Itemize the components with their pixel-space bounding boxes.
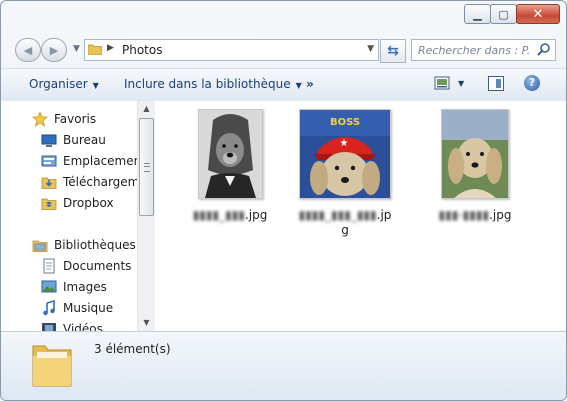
sidebar-item-label: Musique (63, 301, 114, 315)
sidebar-item-label: Vidéos (63, 322, 103, 331)
minimize-button[interactable]: ▁ (464, 4, 491, 24)
more-commands-button[interactable]: » (306, 77, 314, 91)
close-icon: ✕ (532, 6, 544, 22)
sidebar-item-libraries[interactable]: Bibliothèques (32, 236, 136, 254)
navigation-scrollbar[interactable]: ▲ ▼ (137, 101, 155, 331)
libraries-icon (32, 237, 48, 253)
sidebar-item-emplacement[interactable]: Emplacement (41, 152, 137, 170)
sidebar-item-label: Téléchargeme (63, 175, 137, 189)
arrow-right-icon: ▶ (49, 43, 59, 57)
videos-icon (41, 321, 57, 331)
folder-icon (88, 44, 102, 55)
sidebar-item-label: Documents (63, 259, 132, 273)
command-bar: Organiser ▼ Inclure dans la bibliothèque ▼… (1, 68, 566, 102)
caption-buttons: ▁ ▢ ✕ (464, 4, 560, 24)
file-list: ▮▮▮▮_▮▮▮.jpg BOSS ★ ▮▮▮▮_▮▮▮_▮▮▮.jpg ▮▮▮… (155, 101, 566, 331)
file-extension: .jpg (244, 208, 268, 222)
file-name-hidden: ▮▮▮-▮▮▮▮ (438, 208, 490, 222)
include-in-library-button[interactable]: Inclure dans la bibliothèque ▼ (124, 77, 302, 91)
search-placeholder: Rechercher dans : P... (418, 44, 530, 57)
title-bar: ▁ ▢ ✕ (1, 1, 566, 31)
recent-places-icon (41, 153, 57, 169)
sidebar-item-label: Dropbox (63, 196, 114, 210)
chevron-down-icon: ▼ (92, 81, 99, 90)
close-button[interactable]: ✕ (516, 4, 560, 24)
sidebar-item-label: Bibliothèques (54, 238, 136, 252)
thumbnail-dog-long-hair-image (197, 109, 263, 199)
sidebar-item-label: Emplacement (63, 154, 137, 168)
sidebar-item-musique[interactable]: Musique (41, 299, 113, 317)
change-view-icon[interactable] (434, 76, 450, 90)
address-dropdown-icon[interactable]: ▼ (367, 44, 374, 54)
item-count: 3 élément(s) (94, 342, 171, 356)
sidebar-item-telechargements[interactable]: Téléchargeme (41, 173, 137, 191)
help-icon[interactable]: ? (524, 75, 540, 91)
sidebar-item-videos[interactable]: Vidéos (41, 320, 103, 331)
address-bar[interactable]: ▶ Photos ▼ (84, 39, 379, 61)
sidebar-item-dropbox[interactable]: Dropbox (41, 194, 114, 212)
chevron-down-icon: ▼ (295, 81, 302, 90)
search-box[interactable]: Rechercher dans : P... (411, 39, 556, 61)
maximize-icon: ▢ (498, 7, 509, 21)
arrow-left-icon: ◀ (23, 43, 33, 57)
file-item[interactable]: BOSS ★ ▮▮▮▮_▮▮▮_▮▮▮.jpg (297, 109, 393, 238)
folder-icon (32, 345, 72, 387)
sidebar-item-images[interactable]: Images (41, 278, 107, 296)
grip-icon (144, 163, 150, 172)
file-name-hidden: ▮▮▮▮_▮▮▮_▮▮▮ (298, 208, 377, 222)
file-extension: .jpg (489, 208, 512, 222)
star-icon (31, 110, 49, 127)
navigation-pane: Favoris Bureau Emplacement Téléchargeme … (1, 101, 137, 331)
explorer-window: ▁ ▢ ✕ ◀ ▶ ▼ ▶ Photos ▼ ⇆ Rechercher dans… (0, 0, 567, 401)
file-name-hidden: ▮▮▮▮_▮▮▮ (192, 208, 245, 222)
back-button[interactable]: ◀ (15, 38, 41, 62)
refresh-button[interactable]: ⇆ (380, 39, 406, 63)
minimize-icon: ▁ (473, 7, 482, 21)
scroll-down-icon[interactable]: ▼ (138, 315, 155, 331)
svg-text:★: ★ (340, 138, 349, 149)
scrollbar-thumb[interactable] (139, 118, 154, 216)
details-pane: 3 élément(s) (1, 331, 566, 400)
refresh-icon: ⇆ (387, 43, 399, 59)
organize-label: Organiser (29, 77, 88, 91)
view-dropdown-icon[interactable]: ▼ (458, 79, 464, 88)
breadcrumb-photos[interactable]: Photos (122, 43, 162, 57)
thumbnail-dog-red-cap-image: BOSS ★ (299, 109, 391, 199)
maximize-button[interactable]: ▢ (490, 4, 517, 24)
desktop-icon (41, 132, 57, 148)
preview-pane-icon[interactable] (488, 76, 504, 91)
navigation-bar: ◀ ▶ ▼ ▶ Photos ▼ ⇆ Rechercher dans : P..… (1, 34, 566, 64)
music-icon (41, 299, 57, 316)
include-label: Inclure dans la bibliothèque (124, 77, 291, 91)
history-dropdown-icon[interactable]: ▼ (73, 44, 80, 54)
file-name: ▮▮▮-▮▮▮▮.jpg (427, 208, 523, 223)
sidebar-item-favorites[interactable]: Favoris (31, 110, 97, 128)
search-icon[interactable] (536, 42, 551, 57)
scroll-up-icon[interactable]: ▲ (138, 101, 155, 117)
sidebar-item-label: Images (63, 280, 107, 294)
documents-icon (41, 258, 57, 274)
breadcrumb-separator-icon[interactable]: ▶ (107, 43, 114, 53)
images-icon (41, 279, 57, 295)
file-item[interactable]: ▮▮▮▮_▮▮▮.jpg (182, 109, 278, 223)
file-name: ▮▮▮▮_▮▮▮_▮▮▮.jpg (297, 208, 393, 238)
forward-button[interactable]: ▶ (41, 38, 67, 62)
dropbox-icon (41, 195, 57, 211)
thumbnail-caption: BOSS (330, 117, 360, 128)
sidebar-item-documents[interactable]: Documents (41, 257, 131, 275)
file-name: ▮▮▮▮_▮▮▮.jpg (182, 208, 278, 223)
file-item[interactable]: ▮▮▮-▮▮▮▮.jpg (427, 109, 523, 223)
organize-button[interactable]: Organiser ▼ (29, 77, 99, 91)
thumbnail-dog-portrait-image (441, 109, 509, 199)
downloads-icon (41, 174, 57, 190)
sidebar-item-label: Bureau (63, 133, 106, 147)
sidebar-item-label: Favoris (54, 112, 97, 126)
sidebar-item-bureau[interactable]: Bureau (41, 131, 106, 149)
